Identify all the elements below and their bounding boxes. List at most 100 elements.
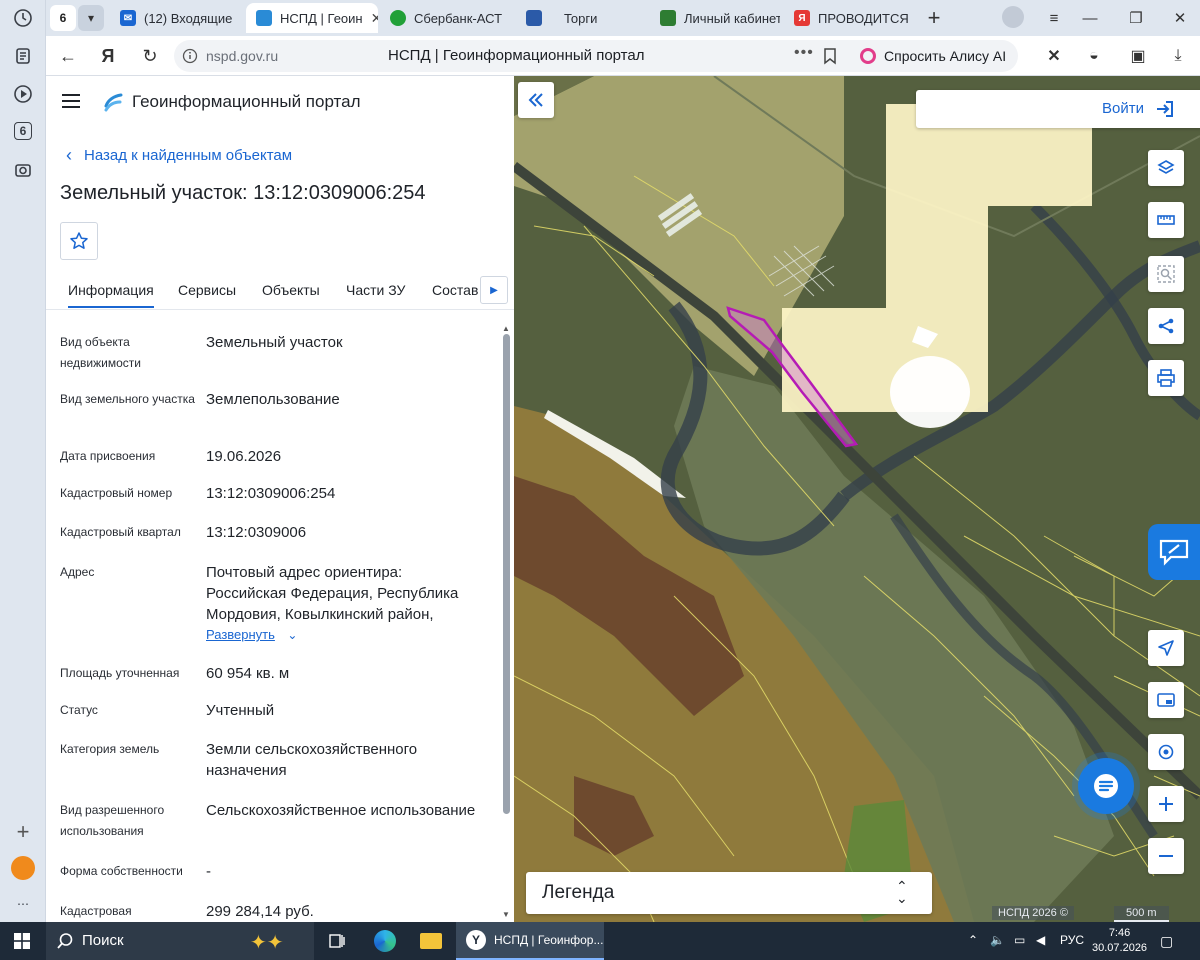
add-panel-icon[interactable]: + xyxy=(11,819,35,844)
geolocation-button[interactable] xyxy=(1148,734,1184,770)
map-scale: 500 m xyxy=(1114,906,1169,922)
layers-icon xyxy=(1157,160,1175,174)
tray-chevron-up-icon[interactable]: ⌃ xyxy=(968,933,978,947)
tab-mail-label: (12) Входящие - xyxy=(144,10,236,26)
attribute-key: Форма собственности xyxy=(60,864,183,878)
page-title: Земельный участок: 13:12:0309006:254 xyxy=(60,182,426,204)
url-field[interactable]: nspd.gov.ru НСПД | Геоинформационный пор… xyxy=(174,40,888,72)
reload-icon[interactable]: ↻ xyxy=(138,44,162,68)
zoom-in-button[interactable] xyxy=(1148,786,1184,822)
tab-information[interactable]: Информация xyxy=(68,282,154,308)
restore-icon[interactable]: ❐ xyxy=(1124,6,1148,30)
attribute-key: Кадастровый квартал xyxy=(60,525,181,539)
download-icon[interactable]: ⤓ xyxy=(1166,44,1190,68)
back-arrow-icon[interactable]: ← xyxy=(56,44,80,68)
taskbar-yandex-app[interactable]: Y НСПД | Геоинфор... xyxy=(456,922,604,960)
close-window-icon[interactable]: ✕ xyxy=(1168,6,1192,30)
screenshot-icon[interactable] xyxy=(11,158,35,182)
tab-objects[interactable]: Объекты xyxy=(262,282,320,298)
browser-menu-icon[interactable]: ≡ xyxy=(1042,6,1066,30)
minimap-button[interactable] xyxy=(1148,682,1184,718)
tab-cabinet[interactable]: Личный кабинет xyxy=(650,3,780,33)
tab-nspd[interactable]: НСПД | Геоин ✕ xyxy=(246,3,378,33)
locate-button[interactable] xyxy=(1148,630,1184,666)
tab-counter-icon[interactable]: 6 xyxy=(11,119,35,143)
clipboard-icon[interactable]: ▣ xyxy=(1126,44,1150,68)
scrollbar-thumb[interactable] xyxy=(503,334,510,814)
address-bar: ← Я ↻ nspd.gov.ru НСПД | Геоинформационн… xyxy=(46,36,1200,76)
share-button[interactable] xyxy=(1148,308,1184,344)
ruler-icon xyxy=(1157,215,1175,225)
search-label: Поиск xyxy=(82,932,124,949)
minimize-icon[interactable]: — xyxy=(1078,6,1102,30)
taskbar-search[interactable]: Поиск ✦✦ xyxy=(46,922,314,960)
taskbar: Поиск ✦✦ Y НСПД | Геоинфор... ⌃ 🔈 ▭ ◀ РУ… xyxy=(0,922,1200,960)
windows-start-icon[interactable] xyxy=(14,933,30,949)
panel-scrollbar[interactable]: ▲ ▼ xyxy=(500,324,512,922)
tab-parts[interactable]: Части ЗУ xyxy=(346,282,405,298)
print-button[interactable] xyxy=(1148,360,1184,396)
language-indicator[interactable]: РУС xyxy=(1060,933,1084,947)
tab-services[interactable]: Сервисы xyxy=(178,282,236,298)
network-icon[interactable]: ▭ xyxy=(1014,933,1025,947)
legend-label: Легенда xyxy=(542,882,615,903)
layers-button[interactable] xyxy=(1148,150,1184,186)
map-view[interactable]: Войти Легенда ⌃ ⌄ НСПД 2026 © 500 m xyxy=(514,76,1200,922)
tab-strip: 6 ▾ ✉ (12) Входящие - НСПД | Геоин ✕ Сбе… xyxy=(46,0,1200,36)
legend-dropdown[interactable]: Легенда ⌃ ⌄ xyxy=(526,872,932,914)
mail-icon: ✉ xyxy=(120,10,136,26)
notifications-icon[interactable]: ▢ xyxy=(1160,933,1173,950)
tab-cabinet-label: Личный кабинет xyxy=(684,10,780,26)
history-icon[interactable] xyxy=(11,6,35,30)
login-button[interactable]: Войти xyxy=(916,90,1200,128)
edge-icon[interactable] xyxy=(372,928,398,954)
zoom-out-button[interactable] xyxy=(1148,838,1184,874)
scroll-down-icon[interactable]: ▼ xyxy=(502,910,510,919)
tab-nspd-label: НСПД | Геоин xyxy=(280,10,363,26)
scroll-up-icon[interactable]: ▲ xyxy=(502,324,510,333)
tab-mail[interactable]: ✉ (12) Входящие - xyxy=(110,3,236,33)
downloads-shield-icon[interactable]: ◒ xyxy=(1082,44,1106,68)
tab-provoditsya[interactable]: Я ПРОВОДИТСЯ / xyxy=(784,3,912,33)
navigation-arrow-icon xyxy=(1158,640,1174,656)
favorite-button[interactable] xyxy=(60,222,98,260)
back-to-results-link[interactable]: ‹ Назад к найденным объектам xyxy=(66,145,292,166)
rail-more-icon[interactable]: ⋯ xyxy=(11,892,35,916)
new-tab-plus-icon[interactable]: + xyxy=(922,5,946,30)
tab-sber[interactable]: Сбербанк-АСТ - xyxy=(380,3,504,33)
volume-icon[interactable]: 🔈 xyxy=(990,933,1005,947)
measure-button[interactable] xyxy=(1148,202,1184,238)
tab-composition[interactable]: Состав xyxy=(432,282,478,298)
tab-count-button[interactable]: 6 xyxy=(50,5,76,31)
close-tab-icon[interactable]: ✕ xyxy=(371,10,378,27)
task-view-icon[interactable] xyxy=(324,928,350,954)
menu-burger-icon[interactable] xyxy=(62,94,80,108)
browser-side-rail: 6 + ⋯ xyxy=(0,0,46,922)
yandex-logo-icon[interactable]: Я xyxy=(96,44,120,68)
play-icon[interactable] xyxy=(11,82,35,106)
tab-torgi[interactable]: Торги xyxy=(516,3,642,33)
plus-icon xyxy=(1159,797,1173,811)
taskbar-clock[interactable]: 7:46 30.07.2026 xyxy=(1092,926,1147,956)
tabs-next-button[interactable]: ▶ xyxy=(480,276,508,304)
app-duck-icon[interactable] xyxy=(11,856,35,880)
feedback-tab[interactable] xyxy=(1148,524,1200,580)
area-search-button[interactable] xyxy=(1148,256,1184,292)
bookmark-icon[interactable] xyxy=(822,47,838,65)
collapse-panel-button[interactable] xyxy=(518,82,554,118)
tab-list-chevron-down-icon[interactable]: ▾ xyxy=(78,5,104,31)
file-explorer-icon[interactable] xyxy=(418,928,444,954)
speaker-icon[interactable]: ◀ xyxy=(1036,933,1045,947)
more-icon[interactable]: ••• xyxy=(794,44,814,62)
attribute-key: Статус xyxy=(60,703,98,717)
expand-link[interactable]: Развернуть ⌄ xyxy=(206,626,297,644)
back-link-label: Назад к найденным объектам xyxy=(84,147,293,164)
collections-icon[interactable] xyxy=(11,44,35,68)
ask-alice-button[interactable]: Спросить Алису AI xyxy=(852,40,1018,72)
chat-button[interactable] xyxy=(1078,758,1134,814)
attribute-value: Земли сельскохозяйственного назначения xyxy=(206,741,418,779)
portal-logo-icon xyxy=(104,93,123,112)
extension-icon[interactable]: ✕ xyxy=(1042,44,1066,68)
site-info-icon[interactable] xyxy=(182,48,198,64)
profile-avatar[interactable] xyxy=(1002,6,1024,28)
